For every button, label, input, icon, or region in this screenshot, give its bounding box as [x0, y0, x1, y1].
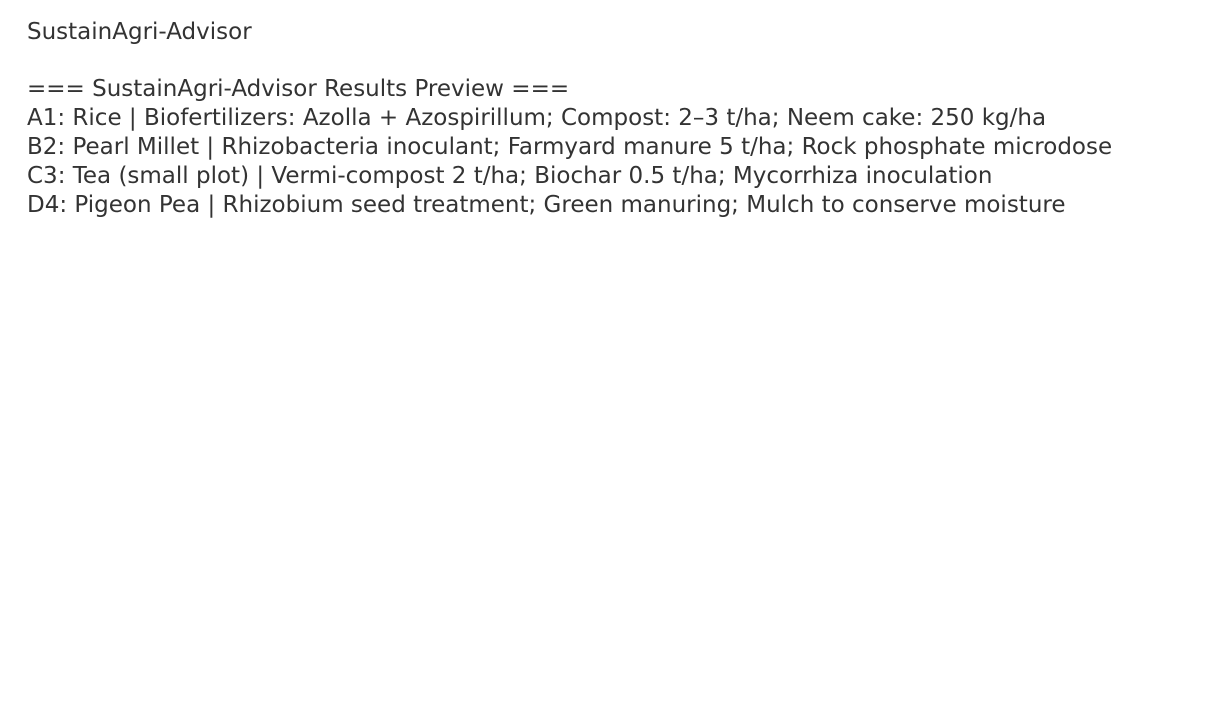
result-line-b2: B2: Pearl Millet | Rhizobacteria inocula…: [27, 134, 1113, 160]
app-title: SustainAgri-Advisor: [27, 19, 252, 45]
results-preview: === SustainAgri-Advisor Results Preview …: [27, 75, 1112, 220]
result-line-a1: A1: Rice | Biofertilizers: Azolla + Azos…: [27, 105, 1047, 131]
result-line-d4: D4: Pigeon Pea | Rhizobium seed treatmen…: [27, 192, 1066, 218]
result-line-c3: C3: Tea (small plot) | Vermi-compost 2 t…: [27, 163, 993, 189]
results-header: === SustainAgri-Advisor Results Preview …: [27, 76, 570, 102]
